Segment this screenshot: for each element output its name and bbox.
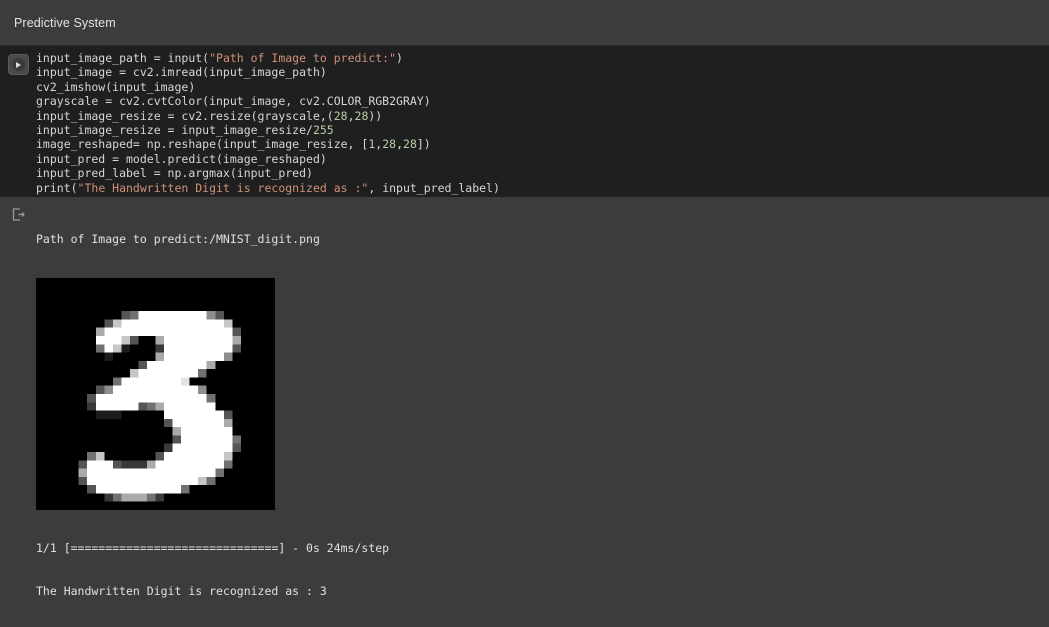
play-triangle <box>16 61 22 68</box>
code-line: input_pred_label = np.argmax(input_pred) <box>36 166 1049 180</box>
code-token: ]) <box>416 137 431 152</box>
code-cell[interactable]: input_image_path = input("Path of Image … <box>0 45 1049 197</box>
code-line: input_image = cv2.imread(input_image_pat… <box>36 65 1049 79</box>
progress-bar-line: 1/1 [==============================] - 0… <box>36 540 390 555</box>
run-icon-circle <box>11 58 25 71</box>
output-gutter <box>0 197 36 627</box>
code-token: input_image_path = input( <box>36 51 210 65</box>
code-token: input_image_resize = input_image_resize/ <box>36 123 313 138</box>
code-editor[interactable]: input_image_path = input("Path of Image … <box>36 46 1049 197</box>
code-token: print( <box>36 180 78 195</box>
code-token: , <box>396 137 404 152</box>
page-title: Predictive System <box>14 15 116 30</box>
code-line: input_image_path = input("Path of Image … <box>36 51 1049 65</box>
code-token: image_reshaped= np.reshape(input_image_r… <box>36 137 369 152</box>
run-play-icon[interactable] <box>7 54 29 75</box>
code-token: input_image = cv2.imread(input_image_pat… <box>36 65 327 80</box>
notebook-app: Predictive System input_image_path = inp… <box>0 0 1049 627</box>
code-token: )) <box>368 108 383 123</box>
code-token: input_pred_label = np.argmax(input_pred) <box>36 166 313 181</box>
code-token: ) <box>396 51 403 65</box>
code-token: 28 <box>403 137 417 152</box>
handwritten-digit-image <box>36 278 275 511</box>
code-token: 28 <box>333 108 348 123</box>
code-token: cv2_imshow(input_image) <box>36 79 196 94</box>
code-cell-gutter <box>0 46 36 197</box>
code-token: 28 <box>354 108 369 123</box>
code-token: 255 <box>312 123 334 138</box>
code-token: grayscale = cv2.cvtColor(input_image, cv… <box>36 94 431 109</box>
prediction-result-line: The Handwritten Digit is recognized as :… <box>36 584 327 599</box>
code-token: "The Handwritten Digit is recognized as … <box>77 180 369 195</box>
code-line: input_image_resize = input_image_resize/… <box>36 123 1049 137</box>
code-line: grayscale = cv2.cvtColor(input_image, cv… <box>36 94 1049 108</box>
input-prompt-line: Path of Image to predict:/MNIST_digit.pn… <box>36 231 320 246</box>
code-token: "Path of Image to predict:" <box>209 51 397 65</box>
output-cell: Path of Image to predict:/MNIST_digit.pn… <box>0 197 1049 627</box>
code-token: , input_pred_label) <box>368 180 500 195</box>
code-line: input_pred = model.predict(image_reshape… <box>36 152 1049 166</box>
code-line: print("The Handwritten Digit is recogniz… <box>36 181 1049 195</box>
code-token: 28 <box>382 137 397 152</box>
code-line: input_image_resize = cv2.resize(grayscal… <box>36 109 1049 123</box>
code-line: image_reshaped= np.reshape(input_image_r… <box>36 137 1049 151</box>
code-token: input_pred = model.predict(image_reshape… <box>36 151 327 166</box>
code-line: cv2_imshow(input_image) <box>36 80 1049 94</box>
output-arrow-icon <box>11 207 26 222</box>
output-stream: Path of Image to predict:/MNIST_digit.pn… <box>36 197 1049 627</box>
code-token: , <box>347 108 355 123</box>
code-token: input_image_resize = cv2.resize(grayscal… <box>36 108 334 123</box>
app-header: Predictive System <box>0 0 1049 45</box>
